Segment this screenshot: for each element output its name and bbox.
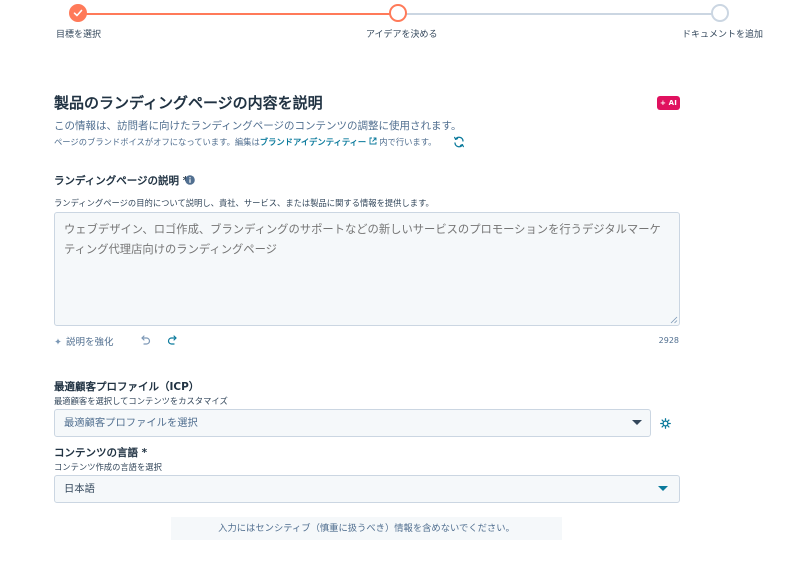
page-subtitle: この情報は、訪問者に向けたランディングページのコンテンツの調整に使用されます。 (54, 120, 462, 132)
step-2-dot[interactable] (389, 4, 407, 22)
description-help: ランディングページの目的について説明し、貴社、サービス、または製品に関する情報を… (54, 198, 434, 208)
icp-select-placeholder: 最適顧客プロファイルを選択 (64, 417, 198, 429)
stepper-line-complete (78, 13, 398, 15)
icp-help: 最適顧客を選択してコンテンツをカスタマイズ (54, 396, 228, 406)
step-3-label[interactable]: ドキュメントを追加 (682, 27, 763, 40)
gear-icon[interactable] (660, 418, 671, 429)
sensitive-info-notice: 入力にはセンシティブ（慎重に扱うべき）情報を含めないでください。 (171, 517, 562, 540)
external-link-icon[interactable] (369, 137, 377, 147)
brand-identity-link[interactable]: ブランドアイデンティティー (260, 137, 366, 147)
ai-badge: + AI (657, 96, 680, 110)
refresh-icon[interactable] (453, 136, 465, 148)
language-select-value: 日本語 (64, 483, 95, 495)
progress-stepper: 目標を選択 アイデアを決める ドキュメントを追加 (0, 0, 800, 44)
step-3-dot[interactable] (711, 4, 729, 22)
step-1-label[interactable]: 目標を選択 (56, 27, 101, 40)
sparkle-icon: ✦ (54, 337, 62, 348)
enhance-description-label: 説明を強化 (65, 337, 114, 348)
character-count: 2928 (658, 336, 679, 345)
undo-icon[interactable] (139, 335, 151, 346)
language-help: コンテンツ作成の言語を選択 (54, 462, 162, 472)
description-label: ランディングページの説明 * (54, 175, 189, 187)
step-2-label[interactable]: アイデアを決める (366, 27, 438, 40)
language-select[interactable]: 日本語 (54, 475, 680, 503)
icp-select[interactable]: 最適顧客プロファイルを選択 (54, 409, 651, 437)
brand-voice-note-suffix: 内で行います。 (379, 137, 437, 147)
redo-icon[interactable] (167, 335, 179, 346)
icp-label: 最適顧客プロファイル（ICP） (54, 381, 200, 393)
page: 目標を選択 アイデアを決める ドキュメントを追加 製品のランディングページの内容… (0, 0, 800, 561)
chevron-down-icon (658, 486, 668, 491)
step-1-dot[interactable] (69, 4, 87, 22)
info-icon[interactable] (185, 175, 195, 185)
language-label: コンテンツの言語 * (54, 447, 148, 459)
enhance-description-button[interactable]: ✦ 説明を強化 (54, 334, 113, 348)
resize-handle-icon[interactable] (670, 316, 678, 324)
stepper-line-pending (398, 13, 720, 15)
page-title: 製品のランディングページの内容を説明 (54, 94, 323, 112)
chevron-down-icon (632, 420, 642, 425)
description-textarea[interactable] (54, 212, 680, 326)
checkmark-icon (73, 9, 83, 17)
brand-voice-note: ページのブランドボイスがオフになっています。編集はブランドアイデンティティー 内… (54, 136, 436, 148)
brand-voice-note-prefix: ページのブランドボイスがオフになっています。編集は (54, 137, 260, 147)
